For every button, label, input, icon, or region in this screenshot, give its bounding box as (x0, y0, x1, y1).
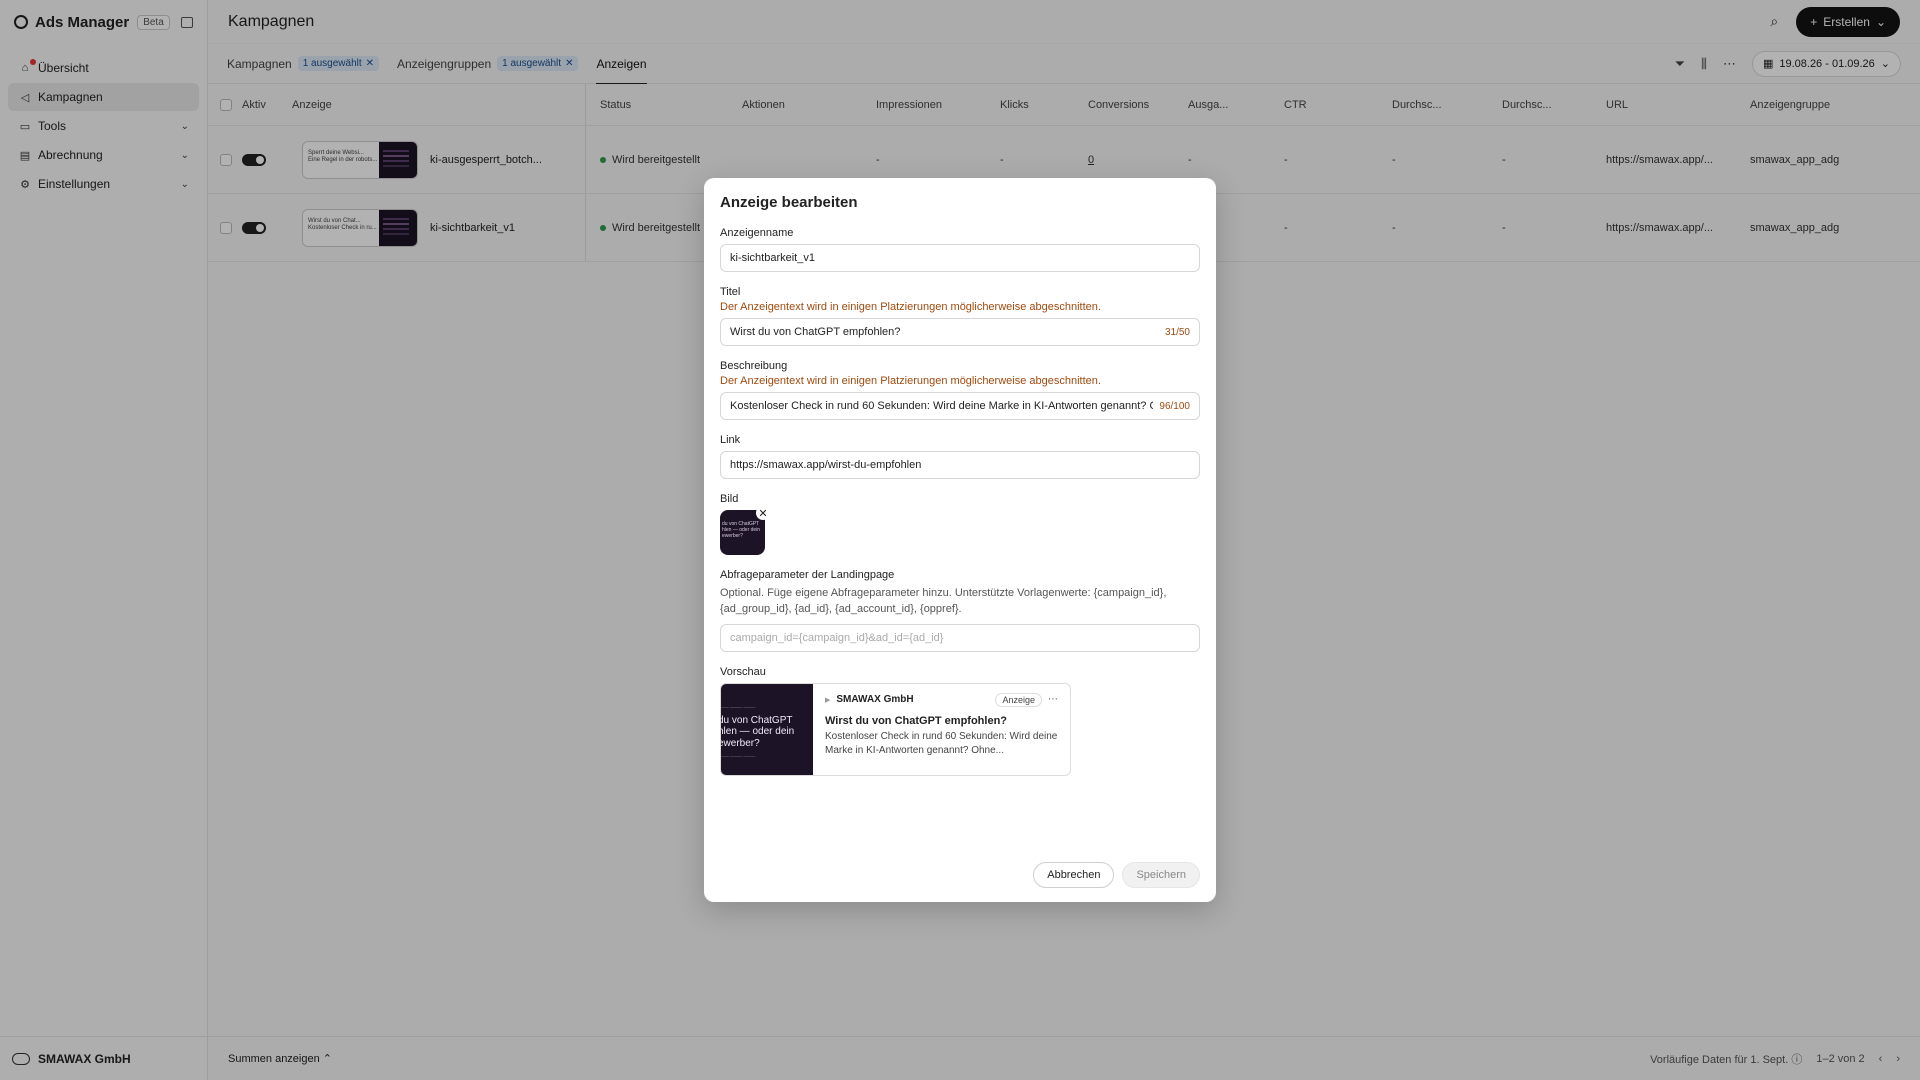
description-group: Beschreibung Der Anzeigentext wird in ei… (720, 360, 1200, 420)
ad-name-label: Anzeigenname (720, 227, 794, 239)
description-label: Beschreibung (720, 360, 788, 372)
query-params-input[interactable] (720, 623, 1200, 652)
preview-brand: SMAWAX GmbH (836, 694, 914, 706)
preview-description: Kostenloser Check in rund 60 Sekunden: W… (825, 730, 1058, 757)
description-input[interactable]: Kostenloser Check in rund 60 Sekunden: W… (720, 392, 1200, 420)
ad-name-group: Anzeigenname ki-sichtbarkeit_v1 (720, 227, 1200, 272)
link-input[interactable]: https://smawax.app/wirst-du-empfohlen (720, 451, 1200, 479)
edit-ad-dialog: Anzeige bearbeiten Anzeigenname ki-sicht… (704, 178, 1216, 902)
preview-body: ▶ SMAWAX GmbH Anzeige ⋯ Wirst du von Cha… (813, 684, 1070, 775)
more-options-icon[interactable]: ⋯ (1048, 694, 1058, 705)
ad-preview-card: —— ——— ——— du von ChatGPT hlen — oder de… (720, 682, 1071, 776)
description-char-count: 96/100 (1159, 400, 1190, 412)
title-value: Wirst du von ChatGPT empfohlen? (730, 326, 901, 338)
title-group: Titel Der Anzeigentext wird in einigen P… (720, 286, 1200, 346)
preview-image-deco: —— ——— ——— (721, 703, 756, 709)
title-warning: Der Anzeigentext wird in einigen Platzie… (720, 301, 1101, 313)
play-icon: ▶ (825, 696, 831, 704)
preview-label: Vorschau (720, 665, 766, 678)
title-label: Titel (720, 286, 741, 298)
image-thumbnail-wrap: du von ChatGPT hlen — oder dein ewerber?… (720, 506, 770, 555)
dialog-title: Anzeige bearbeiten (720, 194, 858, 211)
link-value: https://smawax.app/wirst-du-empfohlen (730, 459, 922, 471)
image-group: Bild du von ChatGPT hlen — oder dein ewe… (720, 493, 1200, 555)
preview-image-deco: —— ——— ——— (721, 753, 756, 759)
link-group: Link https://smawax.app/wirst-du-empfohl… (720, 434, 1200, 479)
query-params-label: Abfrageparameter der Landingpage (720, 569, 895, 581)
preview-title: Wirst du von ChatGPT empfohlen? (825, 714, 1008, 727)
dialog-actions: Abbrechen Speichern (1033, 862, 1200, 888)
save-button[interactable]: Speichern (1122, 862, 1200, 888)
preview-image: —— ——— ——— du von ChatGPT hlen — oder de… (721, 683, 813, 775)
preview-group: Vorschau —— ——— ——— du von ChatGPT hlen … (720, 666, 1200, 776)
remove-image-icon[interactable]: ✕ (756, 506, 770, 520)
query-params-hint: Optional. Füge eigene Abfrageparameter h… (720, 587, 1167, 615)
link-label: Link (720, 434, 741, 446)
preview-image-text: du von ChatGPT hlen — oder dein ewerber? (721, 714, 795, 749)
preview-header: ▶ SMAWAX GmbH Anzeige ⋯ (825, 692, 1058, 707)
ad-name-value: ki-sichtbarkeit_v1 (730, 252, 815, 264)
description-warning: Der Anzeigentext wird in einigen Platzie… (720, 375, 1101, 387)
title-input[interactable]: Wirst du von ChatGPT empfohlen? 31/50 (720, 318, 1200, 346)
description-value: Kostenloser Check in rund 60 Sekunden: W… (730, 400, 1153, 412)
cancel-button[interactable]: Abbrechen (1033, 862, 1115, 888)
query-params-group: Abfrageparameter der Landingpage Optiona… (720, 569, 1200, 652)
sponsored-badge: Anzeige (995, 692, 1042, 707)
title-char-count: 31/50 (1164, 326, 1190, 338)
image-label: Bild (720, 493, 739, 505)
ad-name-input[interactable]: ki-sichtbarkeit_v1 (720, 244, 1200, 272)
